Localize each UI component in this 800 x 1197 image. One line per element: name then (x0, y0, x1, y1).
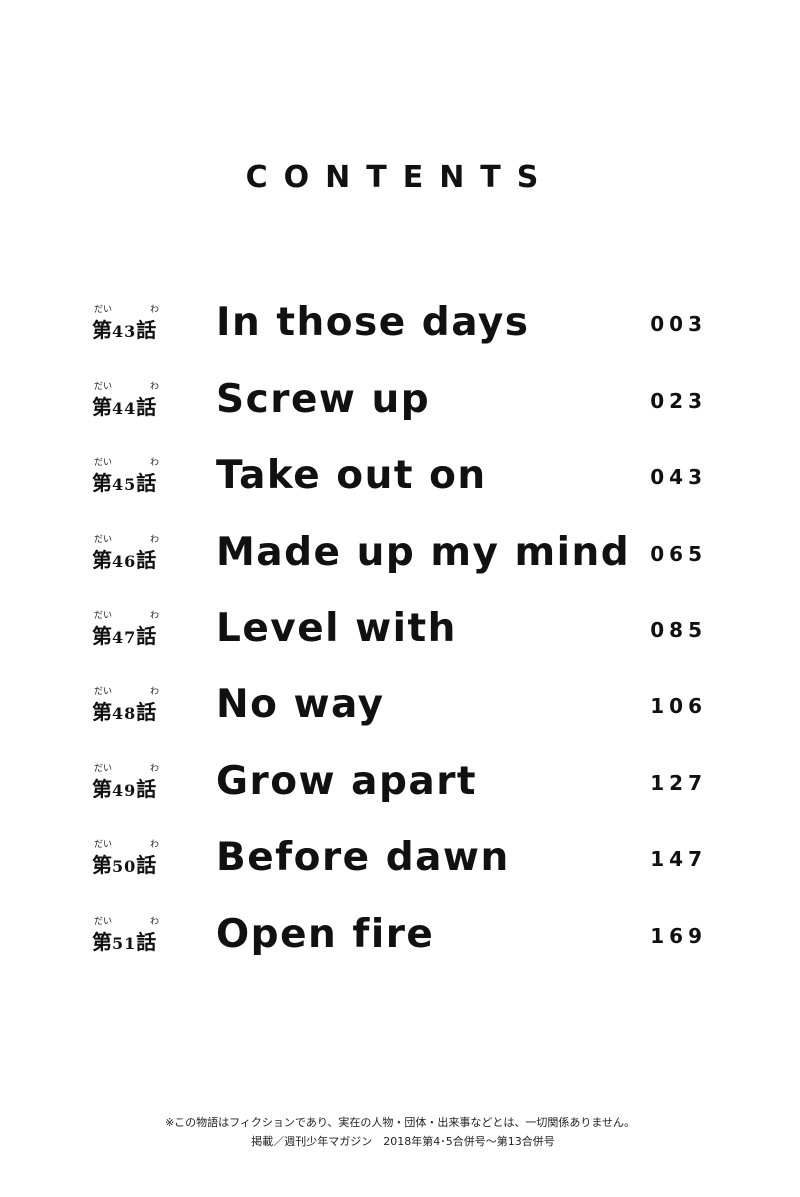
chapter-title: In those days (216, 300, 530, 345)
toc-entry[interactable]: だい わ 第45話 Take out on 043 (0, 443, 800, 513)
chapter-suffix: 話 (136, 777, 157, 801)
chapter-number: 47 (112, 628, 137, 647)
chapter-title: Level with (216, 606, 457, 651)
chapter-label: だい わ 第45話 (92, 455, 172, 501)
chapter-prefix: 第 (92, 395, 112, 419)
chapter-prefix: 第 (92, 318, 112, 342)
chapter-suffix: 話 (136, 395, 157, 419)
chapter-title: Made up my mind (216, 530, 631, 575)
page-number: 043 (650, 465, 707, 489)
page-number: 147 (650, 847, 707, 871)
chapter-prefix: 第 (92, 624, 112, 648)
chapter-prefix: 第 (92, 777, 112, 801)
chapter-number: 43 (112, 322, 137, 341)
chapter-suffix: 話 (136, 853, 157, 877)
page-number: 065 (650, 542, 707, 566)
chapter-title: Before dawn (216, 835, 510, 880)
chapter-number: 51 (112, 934, 137, 953)
chapter-label: だい わ 第50話 (92, 837, 172, 883)
chapter-title: Take out on (216, 453, 487, 498)
chapter-suffix: 話 (136, 471, 157, 495)
chapter-label: だい わ 第49話 (92, 761, 172, 807)
page-number: 127 (650, 771, 707, 795)
chapter-prefix: 第 (92, 700, 112, 724)
chapter-suffix: 話 (136, 548, 157, 572)
chapter-suffix: 話 (136, 624, 157, 648)
chapter-prefix: 第 (92, 930, 112, 954)
chapter-label: だい わ 第47話 (92, 608, 172, 654)
chapter-suffix: 話 (136, 318, 157, 342)
chapter-label: だい わ 第51話 (92, 914, 172, 960)
toc-entry[interactable]: だい わ 第48話 No way 106 (0, 672, 800, 742)
contents-page: CONTENTS だい わ 第43話 In those days 003 だい … (0, 0, 800, 1197)
chapter-number: 50 (112, 857, 137, 876)
chapter-prefix: 第 (92, 471, 112, 495)
toc-entry[interactable]: だい わ 第50話 Before dawn 147 (0, 825, 800, 895)
page-number: 023 (650, 389, 707, 413)
page-number: 169 (650, 924, 707, 948)
chapter-title: No way (216, 682, 385, 727)
publication-info: 掲載／週刊少年マガジン 2018年第4･5合併号〜第13合併号 (251, 1135, 555, 1148)
chapter-number: 44 (112, 399, 137, 418)
toc-entry[interactable]: だい わ 第43話 In those days 003 (0, 290, 800, 360)
fiction-disclaimer: ※この物語はフィクションであり、実在の人物・団体・出来事などとは、一切関係ありま… (164, 1116, 636, 1129)
toc-entry[interactable]: だい わ 第46話 Made up my mind 065 (0, 520, 800, 590)
chapter-prefix: 第 (92, 548, 112, 572)
toc-entry[interactable]: だい わ 第44話 Screw up 023 (0, 367, 800, 437)
chapter-prefix: 第 (92, 853, 112, 877)
footer-notes: ※この物語はフィクションであり、実在の人物・団体・出来事などとは、一切関係ありま… (0, 1113, 800, 1151)
chapter-title: Screw up (216, 377, 431, 422)
toc-entry[interactable]: だい わ 第49話 Grow apart 127 (0, 749, 800, 819)
chapter-number: 45 (112, 475, 137, 494)
page-number: 003 (650, 312, 707, 336)
page-number: 085 (650, 618, 707, 642)
chapter-label: だい わ 第44話 (92, 379, 172, 425)
chapter-suffix: 話 (136, 700, 157, 724)
chapter-number: 46 (112, 552, 137, 571)
chapter-title: Grow apart (216, 759, 478, 804)
contents-heading: CONTENTS (245, 160, 555, 196)
toc-entry[interactable]: だい わ 第47話 Level with 085 (0, 596, 800, 666)
chapter-label: だい わ 第43話 (92, 302, 172, 348)
chapter-label: だい わ 第48話 (92, 684, 172, 730)
chapter-title: Open fire (216, 912, 435, 957)
chapter-label: だい わ 第46話 (92, 532, 172, 578)
chapter-suffix: 話 (136, 930, 157, 954)
page-number: 106 (650, 694, 707, 718)
chapter-number: 49 (112, 781, 137, 800)
toc-entry[interactable]: だい わ 第51話 Open fire 169 (0, 902, 800, 972)
chapter-number: 48 (112, 704, 137, 723)
